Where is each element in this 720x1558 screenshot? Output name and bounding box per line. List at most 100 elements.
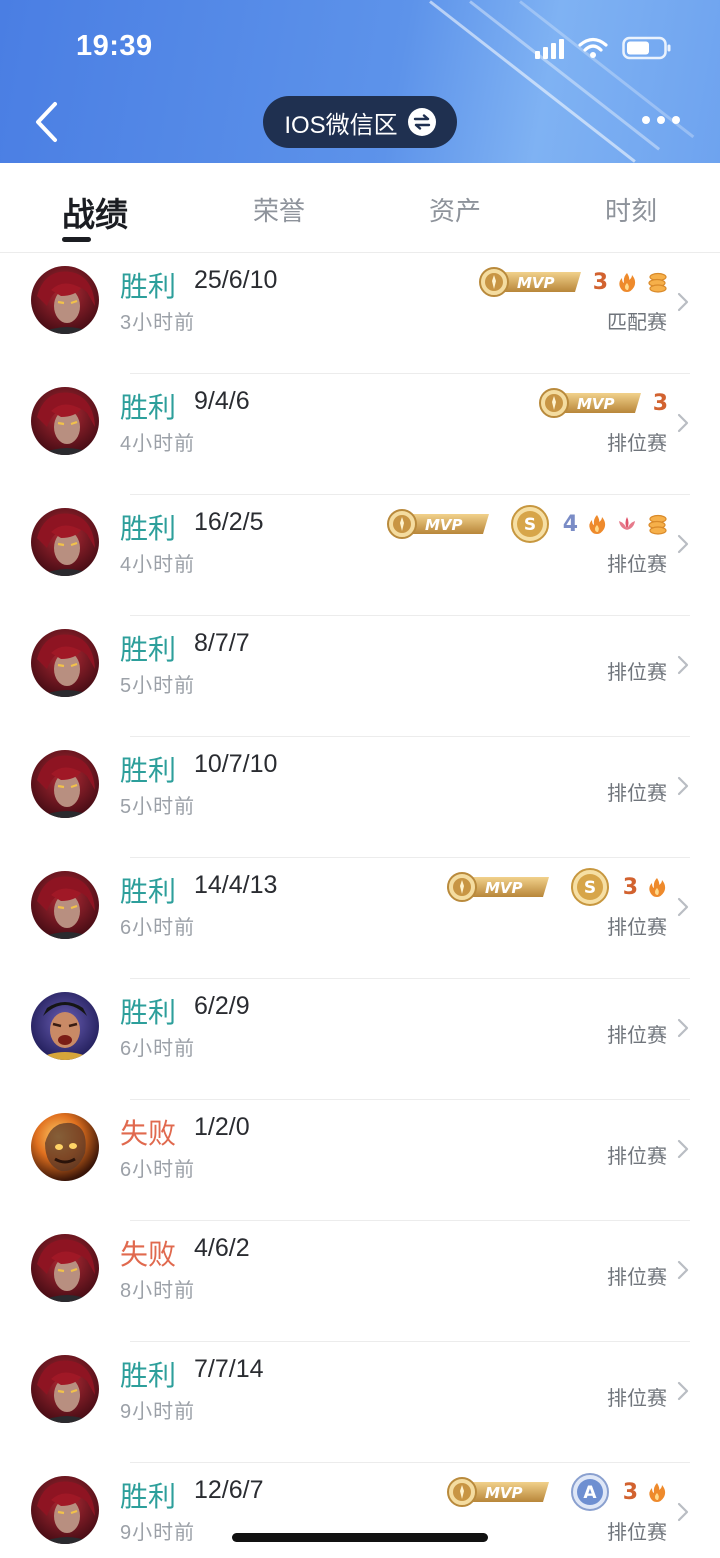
hero-avatar: [31, 1476, 99, 1544]
tab-moments[interactable]: 时刻: [605, 191, 657, 228]
match-time: 6小时前: [120, 1159, 196, 1181]
signal-icon: [535, 37, 564, 59]
match-badges: MVP S 3: [445, 868, 668, 906]
match-time: 5小时前: [120, 675, 196, 697]
kill-streak-count: 3: [622, 1479, 638, 1505]
tab-bar: 战绩 荣誉 资产 时刻: [0, 163, 720, 253]
match-result: 失败: [120, 1118, 177, 1149]
match-row[interactable]: 胜利 8/7/7 5小时前 排位赛: [0, 616, 720, 737]
match-row[interactable]: 胜利 6/2/9 6小时前 排位赛: [0, 979, 720, 1100]
hero-avatar: [31, 750, 99, 818]
chevron-right-icon: [677, 655, 689, 675]
match-kda: 14/4/13: [194, 871, 278, 899]
match-mode: 排位赛: [607, 1146, 667, 1168]
server-label: IOS微信区: [284, 111, 398, 139]
chevron-left-icon: [36, 102, 57, 142]
match-time: 6小时前: [120, 1038, 196, 1060]
match-row[interactable]: 胜利 14/4/13 6小时前 MVP S 3 排位赛: [0, 858, 720, 979]
match-row[interactable]: 胜利 25/6/10 3小时前 MVP 3 匹配赛: [0, 253, 720, 374]
more-dot: [672, 116, 680, 124]
svg-text:MVP: MVP: [485, 1484, 523, 1502]
hero-avatar: [31, 992, 99, 1060]
match-row[interactable]: 失败 1/2/0 6小时前 排位赛: [0, 1100, 720, 1221]
rating-s-badge: S: [510, 505, 549, 543]
more-button[interactable]: [642, 116, 680, 124]
mvp-badge: MVP: [538, 388, 641, 418]
tab-indicator: [62, 237, 91, 242]
match-time: 6小时前: [120, 917, 196, 939]
flame-icon: [649, 1483, 666, 1502]
match-mode: 排位赛: [607, 1267, 667, 1289]
match-mode: 排位赛: [607, 917, 667, 939]
svg-text:MVP: MVP: [577, 395, 615, 413]
match-mode: 排位赛: [607, 662, 667, 684]
status-icons: [535, 36, 672, 60]
match-mode: 排位赛: [607, 1388, 667, 1410]
more-dot: [642, 116, 650, 124]
match-result: 胜利: [120, 997, 177, 1028]
chevron-right-icon: [677, 776, 689, 796]
match-result: 胜利: [120, 1360, 177, 1391]
match-row[interactable]: 胜利 9/4/6 4小时前 MVP 3 排位赛: [0, 374, 720, 495]
match-mode: 排位赛: [607, 554, 667, 576]
tab-record[interactable]: 战绩: [62, 188, 128, 236]
match-mode: 排位赛: [607, 783, 667, 805]
match-kda: 12/6/7: [194, 1476, 264, 1504]
match-badges: MVP A 3: [445, 1473, 668, 1511]
match-mode: 排位赛: [607, 433, 667, 455]
match-row[interactable]: 胜利 7/7/14 9小时前 排位赛: [0, 1342, 720, 1463]
match-row[interactable]: 胜利 12/6/7 9小时前 MVP A 3 排位赛: [0, 1463, 720, 1558]
hero-avatar: [31, 629, 99, 697]
svg-text:MVP: MVP: [517, 274, 555, 292]
rating-s-badge: S: [570, 868, 609, 906]
match-mode: 排位赛: [607, 1522, 667, 1544]
svg-text:MVP: MVP: [425, 516, 463, 534]
tab-honor[interactable]: 荣誉: [253, 191, 305, 228]
mvp-badge: MVP: [386, 509, 489, 539]
match-kda: 6/2/9: [194, 992, 250, 1020]
match-kda: 8/7/7: [194, 629, 250, 657]
flame-icon: [649, 878, 666, 897]
svg-text:MVP: MVP: [485, 879, 523, 897]
server-switch-button[interactable]: IOS微信区: [263, 96, 457, 148]
match-time: 8小时前: [120, 1280, 196, 1302]
kill-streak-count: 3: [652, 390, 668, 416]
match-kda: 16/2/5: [194, 508, 264, 536]
match-result: 胜利: [120, 392, 177, 423]
coins-icon: [648, 514, 667, 535]
tab-assets[interactable]: 资产: [429, 191, 481, 228]
match-row[interactable]: 失败 4/6/2 8小时前 排位赛: [0, 1221, 720, 1342]
match-row[interactable]: 胜利 10/7/10 5小时前 排位赛: [0, 737, 720, 858]
match-mode: 排位赛: [607, 1025, 667, 1047]
mvp-badge: MVP: [446, 1477, 549, 1507]
hero-avatar: [31, 1234, 99, 1302]
swap-icon: [407, 108, 436, 136]
back-button[interactable]: [26, 96, 66, 148]
status-time: 19:39: [76, 30, 153, 62]
match-mode: 匹配赛: [607, 312, 667, 334]
svg-text:A: A: [583, 1483, 597, 1503]
hero-avatar: [31, 1355, 99, 1423]
match-result: 胜利: [120, 513, 177, 544]
coins-icon: [648, 272, 667, 293]
match-result: 胜利: [120, 634, 177, 665]
hero-avatar: [31, 387, 99, 455]
chevron-right-icon: [677, 1139, 689, 1159]
match-result: 胜利: [120, 755, 177, 786]
top-header: 19:39 IOS微信区: [0, 0, 720, 163]
lotus-icon: [619, 517, 635, 530]
match-result: 失败: [120, 1239, 177, 1270]
match-time: 9小时前: [120, 1522, 196, 1544]
battery-icon: [622, 36, 671, 60]
mvp-badge: MVP: [446, 872, 549, 902]
chevron-right-icon: [677, 1018, 689, 1038]
match-row[interactable]: 胜利 16/2/5 4小时前 MVP S 4 排位赛: [0, 495, 720, 616]
match-kda: 7/7/14: [194, 1355, 264, 1383]
match-time: 4小时前: [120, 554, 196, 576]
svg-text:S: S: [584, 878, 596, 898]
match-kda: 4/6/2: [194, 1234, 250, 1262]
chevron-right-icon: [677, 1502, 689, 1522]
kill-streak-count: 3: [622, 874, 638, 900]
hero-avatar: [31, 266, 99, 334]
header-decoration: [429, 0, 636, 163]
